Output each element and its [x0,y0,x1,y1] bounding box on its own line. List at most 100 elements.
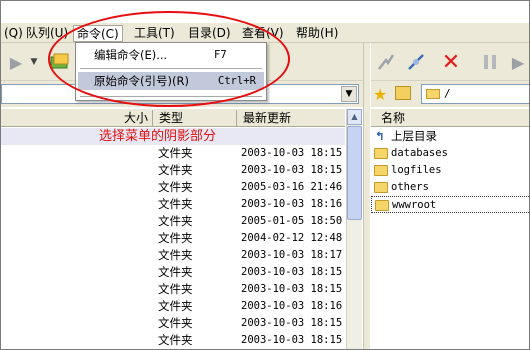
parent-dir-label: 上层目录 [391,129,437,143]
connect-icon[interactable] [47,49,73,75]
table-row[interactable]: 文件夹 2004-02-12 12:48 [1,230,345,247]
play-icon[interactable]: ▶ [3,49,29,75]
annotation-row: 选择菜单的阴影部分 [1,128,345,145]
menu-item-help[interactable]: 帮助(H) [293,25,341,42]
col-type-header[interactable]: 类型 [155,110,237,126]
folder-name: logfiles [391,164,442,176]
local-scrollbar[interactable]: ▲ [346,109,362,349]
table-row[interactable]: 文件夹 2003-10-03 18:15 [1,264,345,281]
menu-bar: (Q) 队列(U) 命令(C) 工具(T) 目录(D) 查看(V) 帮助(H) [1,23,529,43]
chevron-down-icon[interactable]: ▼ [341,86,357,102]
window-top-strip [1,1,529,23]
folder-item-logfiles[interactable]: logfiles [371,162,529,179]
menu-item-queue[interactable]: 队列(U) [23,25,71,42]
menu-separator [80,68,262,69]
menu-raw-command[interactable]: 原始命令(引号)(R) Ctrl+R [78,72,264,90]
disconnect-icon[interactable] [373,49,399,75]
folder-up-icon[interactable] [395,86,411,100]
folder-item-wwwroot[interactable]: wwwroot [371,196,529,213]
table-row[interactable]: 文件夹 2003-10-03 18:15 [1,315,345,332]
remote-rows: ↰ 上层目录 databases logfiles others wwwroot [371,128,529,213]
folder-icon [374,148,388,159]
favorite-star-icon[interactable]: ★ [373,85,387,104]
folder-item-others[interactable]: others [371,179,529,196]
remote-path-value: / [444,87,451,100]
modified-date: 2005-03-16 21:46 [241,181,343,193]
delete-icon[interactable]: ✕ [438,49,464,75]
modified-date: 2003-10-03 18:15 [241,317,343,329]
modified-date: 2003-10-03 18:15 [241,266,343,278]
menu-item-directory[interactable]: 目录(D) [185,25,234,42]
table-row[interactable]: 文件夹 2003-10-03 18:15 [1,145,345,162]
table-row[interactable]: 文件夹 2003-10-03 18:16 [1,196,345,213]
menu-item-view[interactable]: 查看(V) [239,25,287,42]
menu-edit-command-shortcut: F7 [214,49,227,61]
app-window: (Q) 队列(U) 命令(C) 工具(T) 目录(D) 查看(V) 帮助(H) … [0,0,530,350]
file-type: 文件夹 [158,265,193,279]
table-row[interactable]: 文件夹 2003-10-03 18:15 [1,332,345,349]
local-rows: 选择菜单的阴影部分 文件夹 2003-10-03 18:15 文件夹 2003-10-… [1,128,345,349]
modified-date: 2004-02-12 12:48 [241,232,343,244]
folder-item-databases[interactable]: databases [371,145,529,162]
annotation-text: 选择菜单的阴影部分 [99,129,217,144]
menu-item-tools[interactable]: 工具(T) [131,25,178,42]
folder-name: databases [391,147,448,159]
file-type: 文件夹 [158,180,193,194]
modified-date: 2003-10-03 18:15 [241,334,343,346]
file-type: 文件夹 [158,333,193,347]
folder-icon [374,165,388,176]
remote-file-list: 名称 ↰ 上层目录 databases logfiles others wwwr… [371,109,529,349]
col-modified-header[interactable]: 最新更新 [239,110,345,126]
local-file-list: 大小 类型 最新更新 选择菜单的阴影部分 文件夹 2003-10-03 18:15… [1,109,363,349]
dropdown-arrow-icon[interactable]: ▼ [27,49,41,75]
col-name-header[interactable]: 名称 [377,110,529,126]
menu-item-command[interactable]: 命令(C) [73,25,123,42]
modified-date: 2003-10-03 18:17 [241,249,343,261]
menu-raw-command-label: 原始命令(引号)(R) [94,74,189,88]
modified-date: 2005-01-05 18:50 [241,215,343,227]
file-type: 文件夹 [158,214,193,228]
modified-date: 2003-10-03 18:15 [241,147,343,159]
file-type: 文件夹 [158,299,193,313]
file-type: 文件夹 [158,282,193,296]
table-row[interactable]: 文件夹 2005-03-16 21:46 [1,179,345,196]
scroll-up-icon[interactable]: ▲ [347,109,362,125]
table-row[interactable]: 文件夹 2003-10-03 18:15 [1,162,345,179]
menu-raw-command-shortcut: Ctrl+R [218,75,256,87]
queue-icon[interactable]: ▶ [505,49,529,75]
file-type: 文件夹 [158,163,193,177]
pane-splitter[interactable] [363,43,371,349]
folder-name: others [391,181,429,193]
command-menu: 编辑命令(E)... F7 原始命令(引号)(R) Ctrl+R [75,42,267,101]
folder-name: wwwroot [392,199,437,211]
table-row[interactable]: 文件夹 2003-10-03 18:15 [1,281,345,298]
remote-list-header: 名称 [371,109,529,127]
table-row[interactable]: 文件夹 2003-10-03 18:16 [1,298,345,315]
local-list-header: 大小 类型 最新更新 [1,109,345,127]
pause-icon[interactable] [477,49,503,75]
table-row[interactable]: 文件夹 2003-10-03 18:17 [1,247,345,264]
col-size-header[interactable]: 大小 [111,110,153,126]
menu-edit-command[interactable]: 编辑命令(E)... F7 [78,46,264,64]
menu-edit-command-label: 编辑命令(E)... [94,48,168,62]
modified-date: 2003-10-03 18:16 [241,300,343,312]
folder-icon [374,182,388,193]
menu-separator [80,96,262,97]
reconnect-icon[interactable] [403,49,429,75]
remote-address-bar: ★ / [371,81,529,107]
file-type: 文件夹 [158,316,193,330]
modified-date: 2003-10-03 18:15 [241,283,343,295]
remote-path-combo[interactable]: / [421,84,529,104]
modified-date: 2003-10-03 18:16 [241,198,343,210]
folder-icon [375,200,389,211]
table-row[interactable]: 文件夹 2005-01-05 18:50 [1,213,345,230]
file-type: 文件夹 [158,146,193,160]
up-arrow-icon: ↰ [375,129,385,143]
file-type: 文件夹 [158,197,193,211]
scroll-thumb[interactable] [347,126,362,220]
parent-dir-item[interactable]: ↰ 上层目录 [371,128,529,145]
file-type: 文件夹 [158,231,193,245]
modified-date: 2003-10-03 18:15 [241,164,343,176]
folder-icon [426,89,440,99]
file-type: 文件夹 [158,248,193,262]
